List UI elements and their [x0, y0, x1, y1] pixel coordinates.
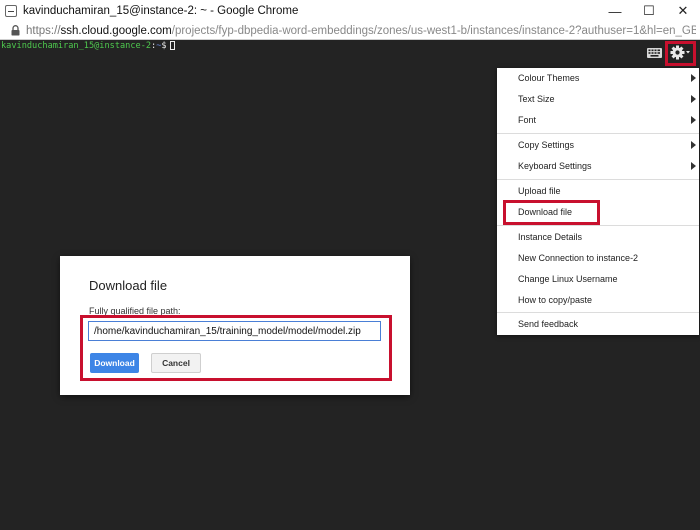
url-scheme: https://	[26, 24, 61, 37]
settings-gear-button[interactable]	[665, 41, 696, 66]
submenu-arrow-icon	[691, 116, 696, 124]
menu-item-upload-file[interactable]: Upload file	[497, 181, 699, 201]
menu-item-label: How to copy/paste	[518, 295, 593, 305]
menu-item-keyboard-settings[interactable]: Keyboard Settings	[497, 156, 699, 176]
cancel-button[interactable]: Cancel	[151, 353, 201, 373]
submenu-arrow-icon	[691, 74, 696, 82]
download-file-dialog: Download file Fully qualified file path:…	[60, 256, 410, 395]
terminal-cursor	[169, 41, 175, 50]
keyboard-icon[interactable]	[647, 47, 662, 61]
window-controls: — ☐ ✕	[598, 0, 700, 22]
window-title: kavinduchamiran_15@instance-2: ~ - Googl…	[23, 5, 299, 17]
menu-item-change-linux-username[interactable]: Change Linux Username	[497, 269, 699, 289]
minimize-button[interactable]: —	[598, 0, 632, 22]
menu-item-label: Font	[518, 115, 537, 125]
chevron-down-icon	[686, 50, 690, 53]
menu-item-label: Copy Settings	[518, 140, 575, 150]
submenu-arrow-icon	[691, 141, 696, 149]
file-path-input[interactable]	[88, 321, 381, 341]
menu-item-new-connection[interactable]: New Connection to instance-2	[497, 248, 699, 268]
menu-item-send-feedback[interactable]: Send feedback	[497, 314, 699, 334]
menu-item-label: New Connection to instance-2	[518, 253, 639, 263]
menu-divider	[497, 225, 699, 226]
menu-item-instance-details[interactable]: Instance Details	[497, 227, 699, 247]
address-bar[interactable]: https://ssh.cloud.google.com/projects/fy…	[0, 22, 700, 40]
menu-item-how-to-copy-paste[interactable]: How to copy/paste	[497, 290, 699, 310]
url-host: ssh.cloud.google.com	[60, 24, 172, 37]
url-path: /projects/fyp-dbpedia-word-embeddings/zo…	[171, 24, 696, 37]
download-button[interactable]: Download	[90, 353, 139, 373]
menu-item-label: Change Linux Username	[518, 274, 618, 284]
submenu-arrow-icon	[691, 95, 696, 103]
menu-item-label: Upload file	[518, 186, 561, 196]
menu-divider	[497, 312, 699, 313]
menu-item-font[interactable]: Font	[497, 110, 699, 130]
menu-item-colour-themes[interactable]: Colour Themes	[497, 68, 699, 88]
menu-item-label: Keyboard Settings	[518, 161, 592, 171]
menu-divider	[497, 133, 699, 134]
prompt-symbol: $	[161, 41, 167, 51]
maximize-button[interactable]: ☐	[632, 0, 666, 22]
dialog-title: Download file	[89, 278, 168, 293]
window-titlebar: kavinduchamiran_15@instance-2: ~ - Googl…	[0, 0, 700, 23]
close-button[interactable]: ✕	[666, 0, 700, 22]
download-file-highlight	[503, 200, 600, 225]
menu-item-label: Colour Themes	[518, 73, 580, 83]
menu-item-label: Send feedback	[518, 319, 579, 329]
terminal-prompt: kavinduchamiran_15@instance-2:~$	[1, 41, 175, 51]
menu-item-copy-settings[interactable]: Copy Settings	[497, 135, 699, 155]
url-text[interactable]: https://ssh.cloud.google.com/projects/fy…	[26, 25, 696, 37]
menu-item-text-size[interactable]: Text Size	[497, 89, 699, 109]
terminal-app-icon	[5, 5, 17, 17]
menu-item-label: Text Size	[518, 94, 555, 104]
prompt-user: kavinduchamiran_15@instance-2	[1, 41, 152, 51]
menu-item-label: Instance Details	[518, 232, 583, 242]
gear-icon	[670, 45, 691, 63]
lock-icon	[11, 25, 20, 36]
submenu-arrow-icon	[691, 162, 696, 170]
menu-divider	[497, 179, 699, 180]
